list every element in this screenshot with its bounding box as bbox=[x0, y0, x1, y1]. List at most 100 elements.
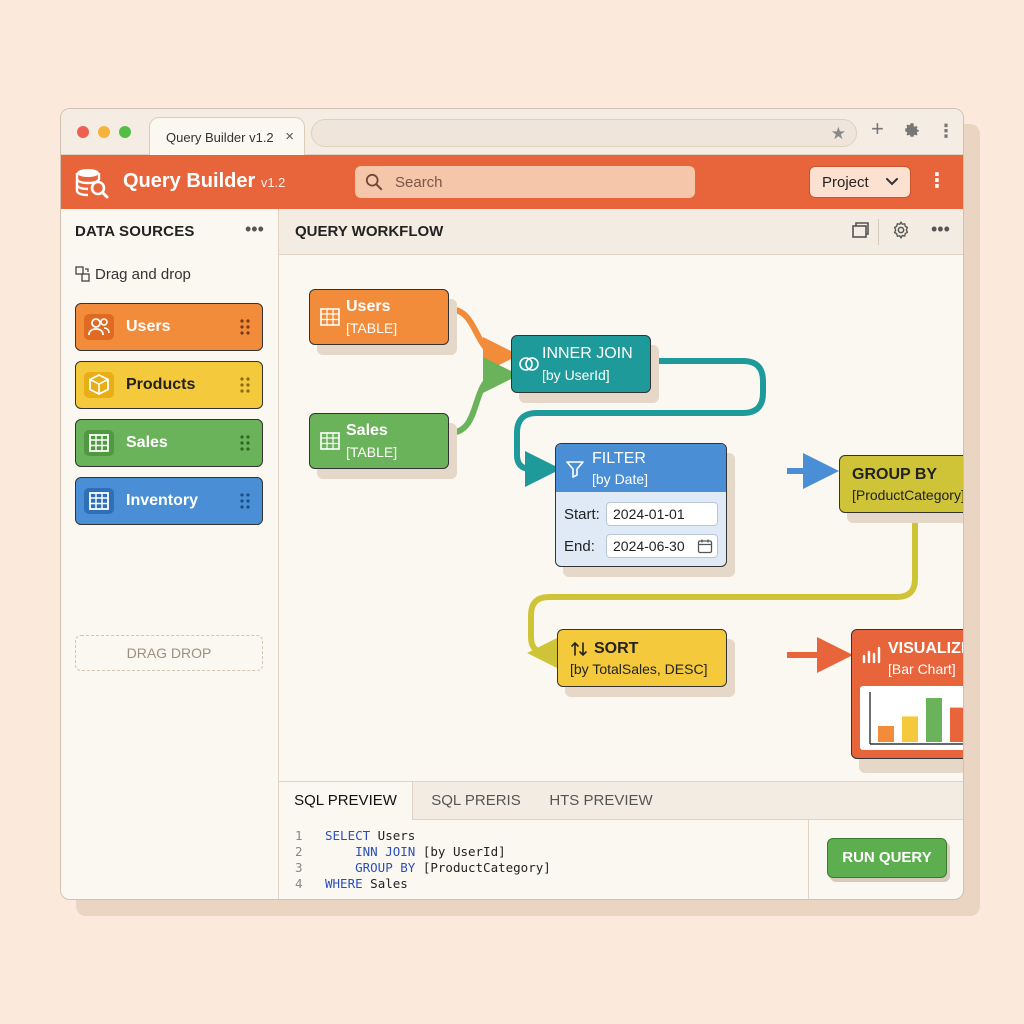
settings-gear-icon[interactable] bbox=[903, 121, 921, 143]
line-number: 4 bbox=[295, 876, 303, 891]
node-sort[interactable]: SORT [by TotalSales, DESC] bbox=[557, 629, 727, 687]
sidebar-item-label: Sales bbox=[126, 434, 168, 451]
mini-chart-bar bbox=[950, 707, 963, 742]
browser-chrome: Query Builder v1.2 × ★ + ⋮ bbox=[61, 109, 963, 155]
node-title: SORT bbox=[594, 640, 639, 657]
drag-drop-hint: Drag and drop bbox=[75, 266, 191, 283]
sidebar-item-users[interactable]: Users bbox=[75, 303, 263, 351]
users-icon bbox=[84, 314, 114, 340]
code-text: WHERE Sales bbox=[325, 876, 408, 892]
sql-keyword: WHERE bbox=[325, 876, 363, 891]
node-subtitle: [by Date] bbox=[592, 471, 649, 487]
node-visualize[interactable]: VISUALIZE [Bar Chart] bbox=[851, 629, 964, 759]
browser-menu-icon[interactable]: ⋮ bbox=[937, 121, 955, 141]
node-inner-join[interactable]: INNER JOIN [by UserId] bbox=[511, 335, 651, 393]
sql-preview-panel: SQL PREVIEW SQL PRERIS HTS PREVIEW 1 SELE… bbox=[279, 781, 963, 899]
node-title: INNER JOIN bbox=[542, 345, 633, 362]
mini-bar-chart bbox=[860, 686, 963, 750]
workflow-title: QUERY WORKFLOW bbox=[295, 223, 444, 240]
bookmark-star-icon[interactable]: ★ bbox=[831, 124, 846, 144]
calendar-icon[interactable] bbox=[697, 538, 713, 554]
line-number: 1 bbox=[295, 828, 303, 843]
close-window-dot[interactable] bbox=[77, 126, 89, 138]
sidebar-item-products[interactable]: Products bbox=[75, 361, 263, 409]
start-date-field[interactable]: 2024-01-01 bbox=[606, 502, 718, 526]
browser-tab[interactable]: Query Builder v1.2 × bbox=[149, 117, 305, 155]
address-bar[interactable]: ★ bbox=[311, 119, 857, 147]
sql-keyword: INN JOIN bbox=[355, 844, 416, 859]
end-date-value: 2024-06-30 bbox=[613, 538, 685, 554]
window-restore-icon[interactable] bbox=[851, 220, 871, 240]
node-users-table[interactable]: Users [TABLE] bbox=[309, 289, 449, 345]
chevron-down-icon bbox=[886, 178, 898, 186]
sidebar-item-label: Inventory bbox=[126, 492, 199, 509]
divider bbox=[878, 219, 879, 245]
data-sources-sidebar: DATA SOURCES ••• Drag and drop Users Pro… bbox=[61, 209, 279, 899]
sidebar-item-sales[interactable]: Sales bbox=[75, 419, 263, 467]
run-query-button[interactable]: RUN QUERY bbox=[827, 838, 947, 878]
edge-sales-join bbox=[448, 357, 519, 436]
mini-chart-bar bbox=[926, 698, 942, 742]
box-icon bbox=[84, 372, 114, 398]
sql-text: [ProductCategory] bbox=[415, 860, 551, 875]
node-subtitle: [by UserId] bbox=[542, 367, 610, 383]
search-placeholder: Search bbox=[395, 174, 443, 191]
code-text: SELECT Users bbox=[325, 828, 415, 844]
new-tab-icon[interactable]: + bbox=[871, 118, 884, 140]
line-number: 2 bbox=[295, 844, 303, 859]
maximize-window-dot[interactable] bbox=[119, 126, 131, 138]
sort-arrows-icon bbox=[571, 641, 587, 657]
project-dropdown[interactable]: Project bbox=[809, 166, 911, 198]
tab-title: Query Builder v1.2 bbox=[166, 130, 274, 145]
search-input[interactable]: Search bbox=[355, 166, 695, 198]
database-search-logo-icon bbox=[75, 169, 109, 199]
search-icon bbox=[365, 173, 383, 191]
preview-tabs: SQL PREVIEW SQL PRERIS HTS PREVIEW bbox=[279, 782, 963, 821]
workflow-header: QUERY WORKFLOW ••• bbox=[279, 209, 963, 255]
node-group-by[interactable]: GROUP BY [ProductCategory] bbox=[839, 455, 963, 513]
start-date-label: Start: bbox=[564, 506, 600, 523]
drag-drop-icon bbox=[75, 266, 90, 282]
sql-code-editor[interactable]: 1 SELECT Users 2 INN JOIN [by UserId] 3 GRO… bbox=[279, 820, 809, 899]
node-filter[interactable]: FILTER [by Date] Start: 2024-01-01 End: … bbox=[555, 443, 727, 567]
workflow-settings-gear-icon[interactable] bbox=[891, 220, 911, 240]
drag-handle-icon[interactable] bbox=[240, 376, 250, 394]
node-title: GROUP BY bbox=[852, 466, 938, 483]
node-subtitle: [by TotalSales, DESC] bbox=[570, 661, 708, 677]
node-title: FILTER bbox=[592, 450, 646, 467]
tab-sql-preris[interactable]: SQL PRERIS bbox=[415, 782, 537, 820]
workflow-more-icon[interactable]: ••• bbox=[931, 219, 950, 240]
end-date-label: End: bbox=[564, 538, 595, 555]
sql-text: Sales bbox=[362, 876, 408, 891]
table-icon bbox=[84, 488, 114, 514]
code-text: GROUP BY [ProductCategory] bbox=[325, 860, 551, 876]
drag-handle-icon[interactable] bbox=[240, 318, 250, 336]
workflow-canvas[interactable]: Users [TABLE] Sales [TABLE] INNER JOIN [… bbox=[279, 255, 964, 781]
app-version: v1.2 bbox=[260, 175, 286, 190]
node-sales-table[interactable]: Sales [TABLE] bbox=[309, 413, 449, 469]
tab-close-icon[interactable]: × bbox=[285, 128, 294, 145]
drop-zone[interactable]: DRAG DROP bbox=[75, 635, 263, 671]
end-date-field[interactable]: 2024-06-30 bbox=[606, 534, 718, 558]
app-title-text: Query Builder bbox=[123, 170, 256, 192]
minimize-window-dot[interactable] bbox=[98, 126, 110, 138]
sql-keyword: GROUP BY bbox=[355, 860, 416, 875]
app-window: Query Builder v1.2 × ★ + ⋮ Query Builder… bbox=[60, 108, 964, 900]
sidebar-item-inventory[interactable]: Inventory bbox=[75, 477, 263, 525]
node-title: Users bbox=[346, 298, 391, 315]
bar-chart-icon bbox=[862, 646, 881, 664]
node-title: VISUALIZE bbox=[888, 640, 964, 657]
node-subtitle: [Bar Chart] bbox=[888, 661, 956, 677]
mini-chart-bar bbox=[878, 726, 894, 742]
sql-text: Users bbox=[370, 828, 416, 843]
sidebar-more-icon[interactable]: ••• bbox=[245, 219, 264, 240]
app-menu-icon[interactable]: ⋮ bbox=[927, 169, 947, 193]
project-label: Project bbox=[822, 174, 869, 191]
drag-handle-icon[interactable] bbox=[240, 492, 250, 510]
drag-handle-icon[interactable] bbox=[240, 434, 250, 452]
tab-sql-preview[interactable]: SQL PREVIEW bbox=[279, 782, 413, 821]
sql-text: [by UserId] bbox=[415, 844, 506, 859]
node-subtitle: [TABLE] bbox=[346, 444, 398, 460]
table-icon bbox=[320, 308, 340, 326]
tab-hts-preview[interactable]: HTS PREVIEW bbox=[539, 782, 663, 820]
